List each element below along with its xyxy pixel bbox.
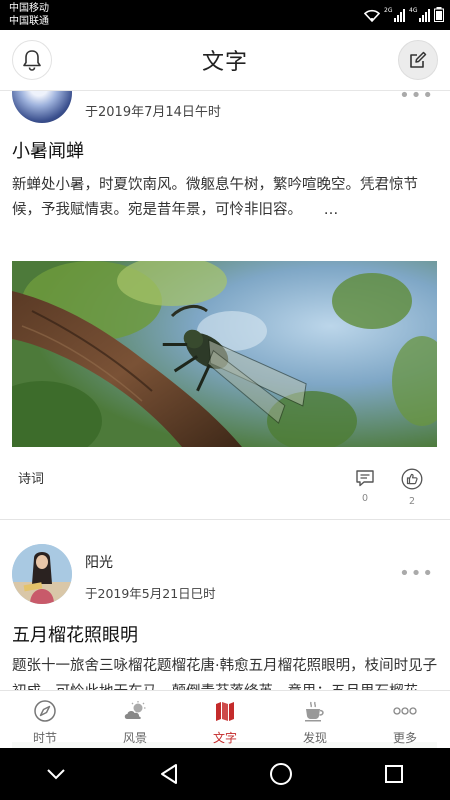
- post-title[interactable]: 小暑闻蝉: [12, 137, 84, 163]
- avatar-photo: [12, 544, 72, 604]
- avatar[interactable]: [12, 91, 72, 123]
- post-tag[interactable]: 诗词: [18, 468, 44, 487]
- app-header: 文字: [0, 30, 450, 90]
- more-options-icon[interactable]: •••: [399, 91, 434, 106]
- page-title: 文字: [201, 50, 248, 75]
- more-options-icon[interactable]: •••: [399, 563, 434, 584]
- compass-icon: [32, 699, 58, 723]
- post-date: 于2019年7月14日午时: [85, 105, 221, 120]
- avatar[interactable]: [12, 544, 72, 604]
- home-button[interactable]: [261, 754, 301, 794]
- signal-icon-1: 2G: [384, 7, 405, 22]
- tab-label: 更多: [392, 731, 417, 745]
- network-type-2: 4G: [409, 7, 418, 14]
- recents-square-icon: [384, 765, 403, 783]
- chevron-down-icon: [47, 769, 65, 780]
- tab-label: 文字: [212, 731, 237, 745]
- divider: [0, 519, 450, 520]
- cicada-photo: [12, 261, 437, 447]
- coffee-cup-icon: [302, 699, 328, 723]
- wifi-icon: [364, 9, 380, 22]
- post-image[interactable]: [12, 261, 437, 447]
- tab-label: 发现: [302, 731, 327, 745]
- edit-icon: [410, 51, 427, 68]
- home-circle-icon: [270, 763, 293, 785]
- tab-label: 时节: [32, 731, 57, 745]
- weather-icon: [122, 699, 148, 723]
- book-map-icon: [212, 699, 238, 723]
- post-date: 于2019年5月21日巳时: [85, 586, 216, 601]
- tab-gengduo[interactable]: 更多: [360, 691, 450, 748]
- battery-icon: [434, 7, 444, 22]
- tab-label: 风景: [122, 731, 147, 745]
- tab-faxian[interactable]: 发现: [270, 691, 360, 748]
- carrier-2: 中国联通: [9, 16, 49, 27]
- status-bar: 中国移动 中国联通 2G 4G: [0, 0, 450, 30]
- signal-icon-2: 4G: [409, 7, 430, 22]
- system-nav-bar: [0, 748, 450, 800]
- post-title[interactable]: 五月榴花照眼明: [12, 621, 138, 647]
- network-type-1: 2G: [384, 7, 393, 14]
- bottom-tab-bar: 时节 风景 文字 发现 更多: [0, 690, 450, 748]
- tab-shijie[interactable]: 时节: [0, 691, 90, 748]
- post-feed[interactable]: 于2019年7月14日午时 ••• 小暑闻蝉 新蝉处小暑，时夏饮南风。微躯息午树…: [0, 90, 450, 690]
- carrier-info: 中国移动 中国联通: [9, 2, 49, 28]
- post-excerpt[interactable]: 新蝉处小暑，时夏饮南风。微躯息午树，繁吟喧晚空。凭君惊节候，予我赋情衷。宛是昔年…: [12, 173, 440, 223]
- back-button[interactable]: [149, 754, 189, 794]
- post-excerpt[interactable]: 题张十一旅舍三咏榴花题榴花唐·韩愈五月榴花照眼明，枝间时见子初成。可怜此地无车马…: [12, 653, 440, 690]
- collapse-button[interactable]: [36, 754, 76, 794]
- author-name[interactable]: 阳光: [85, 552, 113, 572]
- back-triangle-icon: [160, 764, 177, 784]
- compose-button[interactable]: [398, 40, 438, 80]
- thumbs-up-icon: [401, 468, 423, 490]
- tab-wenzi[interactable]: 文字: [180, 691, 270, 748]
- status-icons: 2G 4G: [364, 6, 444, 22]
- carrier-1: 中国移动: [9, 3, 49, 14]
- tab-fengjing[interactable]: 风景: [90, 691, 180, 748]
- like-count: 2: [408, 496, 416, 507]
- comment-icon: [356, 470, 374, 487]
- more-dots-icon: [392, 699, 418, 723]
- like-button[interactable]: 2: [400, 468, 424, 507]
- comment-button[interactable]: 0: [354, 469, 376, 505]
- comment-count: 0: [361, 493, 369, 504]
- recents-button[interactable]: [374, 754, 414, 794]
